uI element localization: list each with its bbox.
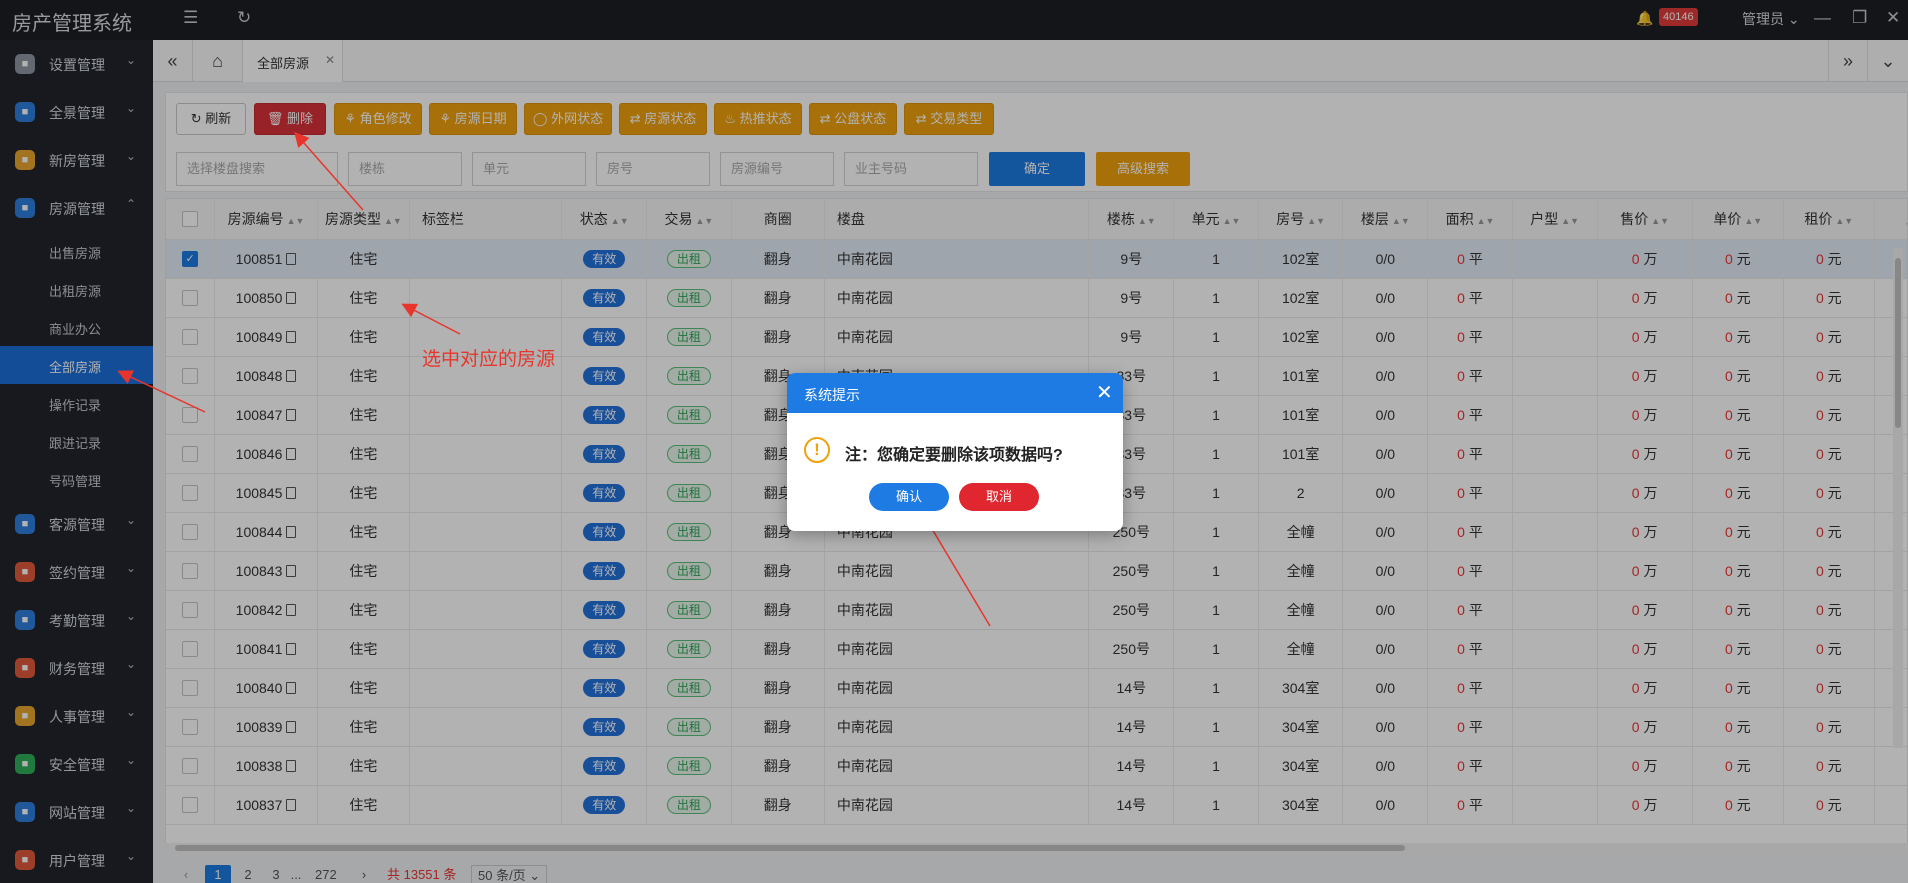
dialog-message: 注：您确定要删除该项数据吗? [845, 447, 1063, 464]
dialog-header: 系统提示 ✕ [787, 373, 1123, 413]
dialog-cancel-button[interactable]: 取消 [959, 483, 1039, 511]
dialog-close-icon[interactable]: ✕ [1096, 380, 1113, 405]
dialog-confirm-button[interactable]: 确认 [869, 483, 949, 511]
confirm-delete-dialog: 系统提示 ✕ ! 注：您确定要删除该项数据吗? 确认 取消 [787, 373, 1123, 531]
annotation-text: 选中对应的房源 [422, 349, 556, 370]
dialog-title: 系统提示 [804, 387, 860, 403]
warning-icon: ! [804, 437, 830, 463]
